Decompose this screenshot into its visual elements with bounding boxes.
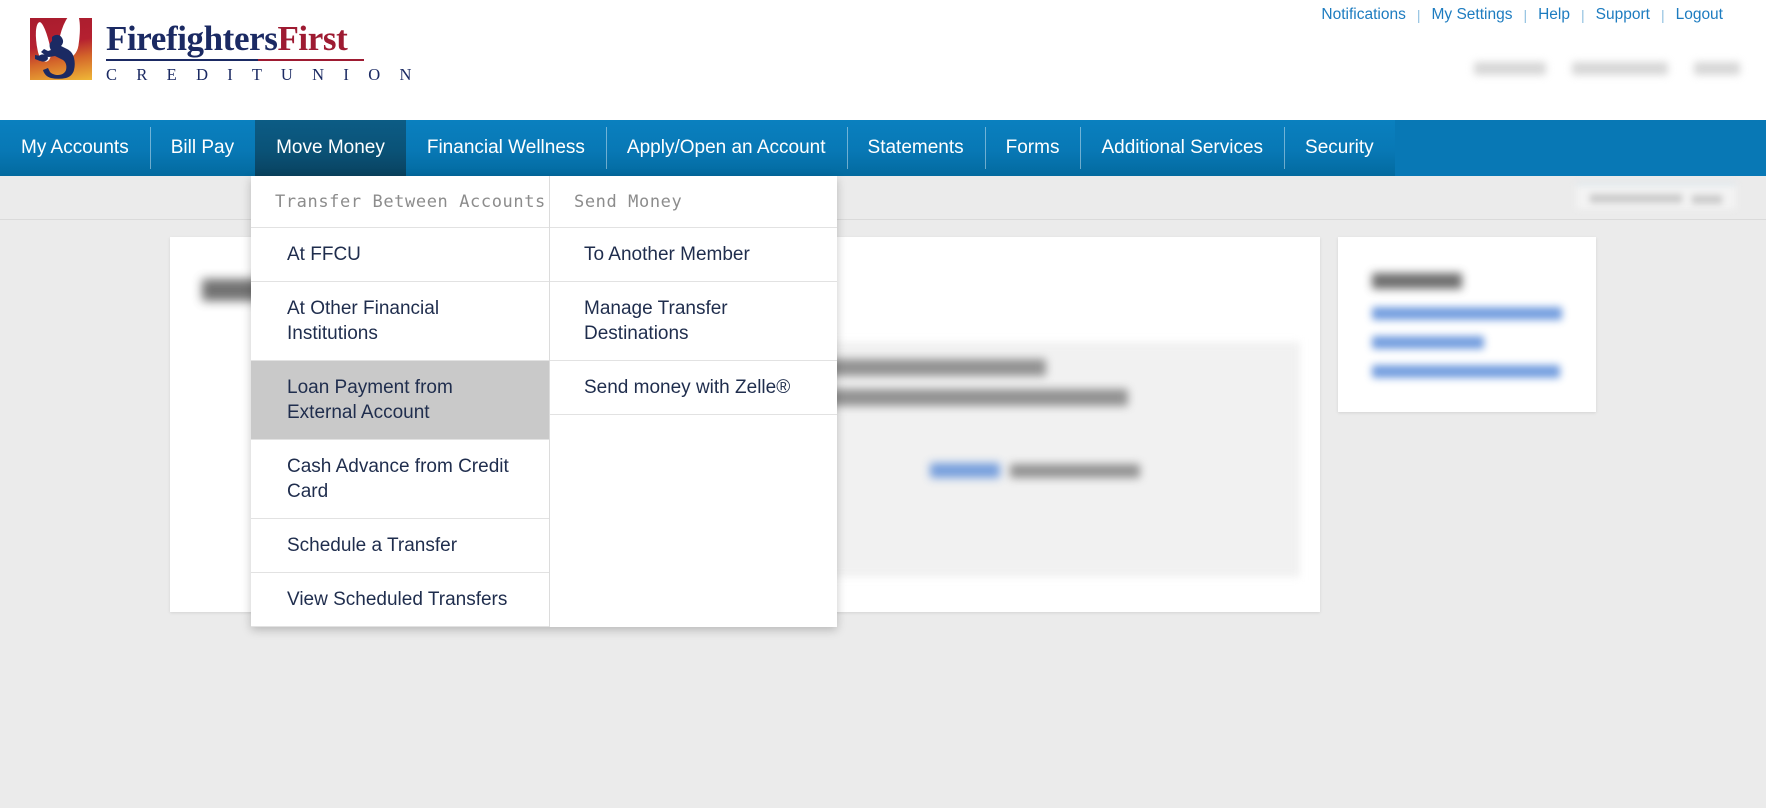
nav-item-apply-open-an-account[interactable]: Apply/Open an Account: [605, 120, 847, 176]
app-page: FirefightersFirst C R E D I T U N I O N …: [0, 0, 1766, 808]
nav-label: Move Money: [276, 137, 385, 158]
utility-link-logout[interactable]: Logout: [1665, 0, 1734, 30]
nav-label: My Accounts: [21, 137, 129, 158]
nav-item-security[interactable]: Security: [1284, 120, 1395, 176]
utility-link-support[interactable]: Support: [1585, 0, 1661, 30]
nav-item-bill-pay[interactable]: Bill Pay: [149, 120, 256, 176]
body-text-line-obscured: [798, 389, 1128, 406]
menu-item-send-money-with-zelle[interactable]: Send money with Zelle®: [550, 361, 837, 415]
nav-item-additional-services[interactable]: Additional Services: [1080, 120, 1285, 176]
masthead-secondary-links-obscured: [1474, 62, 1740, 75]
nav-item-financial-wellness[interactable]: Financial Wellness: [405, 120, 606, 176]
menu-item-cash-advance-from-credit-card[interactable]: Cash Advance from Credit Card: [251, 440, 549, 519]
dropdown-column-filler: [550, 415, 837, 583]
nav-item-move-money[interactable]: Move Money: [255, 120, 406, 176]
page-footer-area: [0, 690, 1766, 808]
menu-item-loan-payment-from-external-account[interactable]: Loan Payment from External Account: [251, 361, 549, 440]
menu-item-schedule-a-transfer[interactable]: Schedule a Transfer: [251, 519, 549, 573]
nav-label: Additional Services: [1101, 137, 1264, 158]
dropdown-column-send-money: Send Money To Another Member Manage Tran…: [549, 176, 837, 627]
utility-link-notifications[interactable]: Notifications: [1310, 0, 1416, 30]
utility-link-my-settings[interactable]: My Settings: [1420, 0, 1523, 30]
menu-item-at-ffcu[interactable]: At FFCU: [251, 228, 549, 282]
nav-item-my-accounts[interactable]: My Accounts: [0, 120, 150, 176]
main-navigation: My Accounts Bill Pay Move Money Financia…: [0, 120, 1766, 176]
utility-nav: Notifications | My Settings | Help | Sup…: [0, 0, 1766, 30]
nav-label: Bill Pay: [170, 137, 235, 158]
side-card-link-obscured[interactable]: [1372, 365, 1560, 378]
body-text-line-obscured: [1010, 464, 1140, 478]
menu-item-manage-transfer-destinations[interactable]: Manage Transfer Destinations: [550, 282, 837, 361]
side-card-title-obscured: [1372, 273, 1462, 289]
nav-item-forms[interactable]: Forms: [984, 120, 1081, 176]
nav-item-statements[interactable]: Statements: [846, 120, 985, 176]
nav-label: Forms: [1005, 137, 1060, 158]
logo-subtitle: C R E D I T U N I O N: [106, 65, 419, 84]
side-card-link-obscured[interactable]: [1372, 307, 1562, 320]
dropdown-column-header: Transfer Between Accounts: [251, 176, 549, 228]
body-text-line-obscured: [810, 359, 1046, 376]
nav-label: Financial Wellness: [426, 137, 585, 158]
logo-divider-rule: [106, 59, 364, 61]
nav-label: Security: [1305, 137, 1374, 158]
last-login-badge-obscured: [1576, 183, 1736, 209]
inline-link-obscured[interactable]: [930, 463, 1000, 478]
firefighter-silhouette-icon: [35, 34, 75, 79]
nav-empty-space: [1395, 120, 1766, 176]
menu-item-at-other-financial-institutions[interactable]: At Other Financial Institutions: [251, 282, 549, 361]
dropdown-column-transfer-between-accounts: Transfer Between Accounts At FFCU At Oth…: [251, 176, 549, 627]
menu-item-view-scheduled-transfers[interactable]: View Scheduled Transfers: [251, 573, 549, 627]
move-money-dropdown-menu: Transfer Between Accounts At FFCU At Oth…: [251, 176, 837, 627]
side-card-link-obscured[interactable]: [1372, 336, 1484, 349]
nav-label: Statements: [867, 137, 964, 158]
dropdown-column-header: Send Money: [550, 176, 837, 228]
menu-item-to-another-member[interactable]: To Another Member: [550, 228, 837, 282]
secondary-side-card: [1338, 237, 1596, 412]
utility-link-help[interactable]: Help: [1527, 0, 1581, 30]
nav-label: Apply/Open an Account: [626, 137, 826, 158]
